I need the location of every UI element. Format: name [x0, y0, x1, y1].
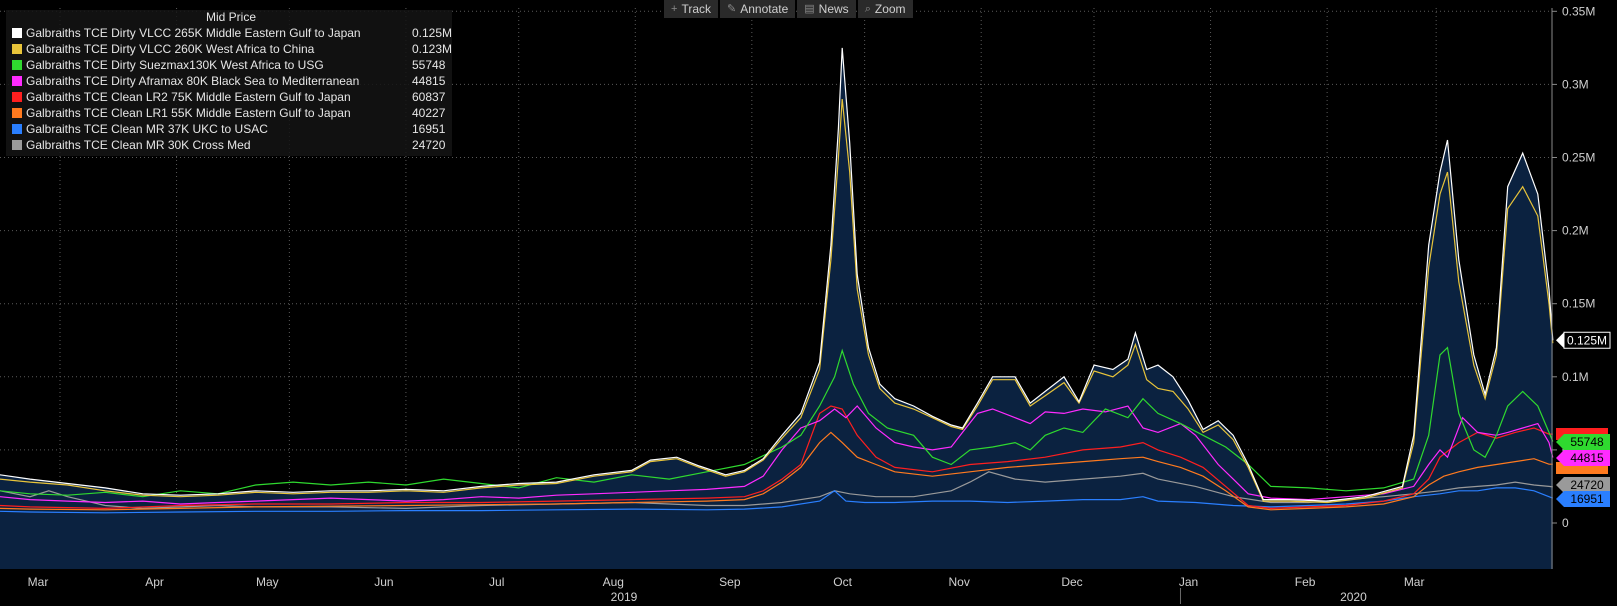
legend-series-value: 44815: [412, 74, 446, 88]
y-tick-label: 0: [1562, 516, 1569, 530]
y-tick-label: 0.15M: [1562, 297, 1595, 311]
last-value-badge-0: 0.125M: [1556, 331, 1611, 349]
legend-swatch: [12, 108, 22, 118]
legend-series-name: Galbraiths TCE Clean LR1 55K Middle East…: [26, 106, 351, 120]
badge-text: 24720: [1570, 478, 1604, 492]
y-tick-label: 0.1M: [1562, 370, 1589, 384]
x-tick-label: Aug: [603, 575, 624, 589]
legend-series-name: Galbraiths TCE Dirty VLCC 265K Middle Ea…: [26, 26, 361, 40]
legend-swatch: [12, 92, 22, 102]
x-tick-label: May: [256, 575, 279, 589]
legend-series-name: Galbraiths TCE Clean MR 37K UKC to USAC: [26, 122, 268, 136]
last-value-badge-6: 16951: [1556, 491, 1610, 507]
x-tick-label: Feb: [1295, 575, 1316, 589]
legend-item[interactable]: Galbraiths TCE Clean LR2 75K Middle East…: [12, 90, 445, 106]
x-tick-label: Nov: [949, 575, 970, 589]
legend-item[interactable]: Galbraiths TCE Clean MR 30K Cross Med 247…: [12, 138, 445, 154]
x-tick-label: Dec: [1061, 575, 1082, 589]
badge-text: 44815: [1570, 451, 1604, 465]
badge-text: 16951: [1570, 492, 1604, 506]
legend-swatch: [12, 60, 22, 70]
legend-swatch: [12, 140, 22, 150]
year-label: 2019: [611, 590, 638, 604]
zoom-button[interactable]: ⌕ Zoom: [857, 0, 913, 18]
year-label: 2020: [1340, 590, 1367, 604]
x-tick-label: Oct: [833, 575, 852, 589]
x-tick-label: Jan: [1179, 575, 1198, 589]
legend-series-value: 60837: [412, 90, 446, 104]
legend-item[interactable]: Galbraiths TCE Clean LR1 55K Middle East…: [12, 106, 445, 122]
annotate-button[interactable]: ✎ Annotate: [720, 0, 796, 18]
x-tick-label: Jul: [489, 575, 504, 589]
x-tick-label: Mar: [28, 575, 49, 589]
last-value-badge-3: 44815: [1556, 450, 1610, 466]
magnifier-icon: ⌕: [864, 3, 871, 15]
badge-text: 0.125M: [1567, 333, 1607, 347]
legend-swatch: [12, 76, 22, 86]
legend-series-name: Galbraiths TCE Dirty Aframax 80K Black S…: [26, 74, 360, 88]
legend: Mid Price Galbraiths TCE Dirty VLCC 265K…: [6, 10, 452, 156]
x-tick-label: Jun: [374, 575, 393, 589]
x-tick-label: Sep: [719, 575, 741, 589]
legend-series-value: 0.123M: [412, 42, 453, 56]
y-tick-label: 0.3M: [1562, 77, 1589, 91]
legend-series-name: Galbraiths TCE Clean LR2 75K Middle East…: [26, 90, 351, 104]
news-button[interactable]: ▤ News: [797, 0, 856, 18]
track-button[interactable]: + Track: [664, 0, 718, 18]
last-value-badge-2: 55748: [1556, 434, 1610, 450]
legend-item[interactable]: Galbraiths TCE Dirty VLCC 260K West Afri…: [12, 42, 452, 58]
news-icon: ▤: [804, 3, 815, 15]
legend-series-value: 0.125M: [412, 26, 453, 40]
pencil-icon: ✎: [727, 3, 737, 15]
legend-series-name: Galbraiths TCE Dirty VLCC 260K West Afri…: [26, 42, 315, 56]
last-value-badge-7: 24720: [1556, 477, 1610, 493]
legend-series-name: Galbraiths TCE Dirty Suezmax130K West Af…: [26, 58, 324, 72]
chart-toolbar: + Track ✎ Annotate ▤ News ⌕ Zoom: [664, 0, 913, 18]
legend-swatch: [12, 44, 22, 54]
legend-series-value: 16951: [412, 122, 446, 136]
y-tick-label: 0.2M: [1562, 224, 1589, 238]
y-tick-label: 0.35M: [1562, 4, 1595, 18]
legend-swatch: [12, 124, 22, 134]
legend-series-value: 55748: [412, 58, 446, 72]
legend-item[interactable]: Galbraiths TCE Dirty Suezmax130K West Af…: [12, 58, 445, 74]
badge-text: 55748: [1570, 435, 1604, 449]
x-tick-label: Apr: [145, 575, 164, 589]
legend-item[interactable]: Galbraiths TCE Dirty Aframax 80K Black S…: [12, 74, 445, 90]
x-tick-label: Mar: [1404, 575, 1425, 589]
legend-title: Mid Price: [206, 10, 257, 24]
y-tick-label: 0.25M: [1562, 151, 1595, 165]
legend-item[interactable]: Galbraiths TCE Clean MR 37K UKC to USAC 1…: [12, 122, 445, 138]
legend-swatch: [12, 28, 22, 38]
crosshair-icon: +: [671, 3, 678, 15]
legend-series-value: 24720: [412, 138, 446, 152]
legend-item[interactable]: Galbraiths TCE Dirty VLCC 265K Middle Ea…: [12, 26, 452, 42]
legend-series-value: 40227: [412, 106, 446, 120]
legend-series-name: Galbraiths TCE Clean MR 30K Cross Med: [26, 138, 251, 152]
